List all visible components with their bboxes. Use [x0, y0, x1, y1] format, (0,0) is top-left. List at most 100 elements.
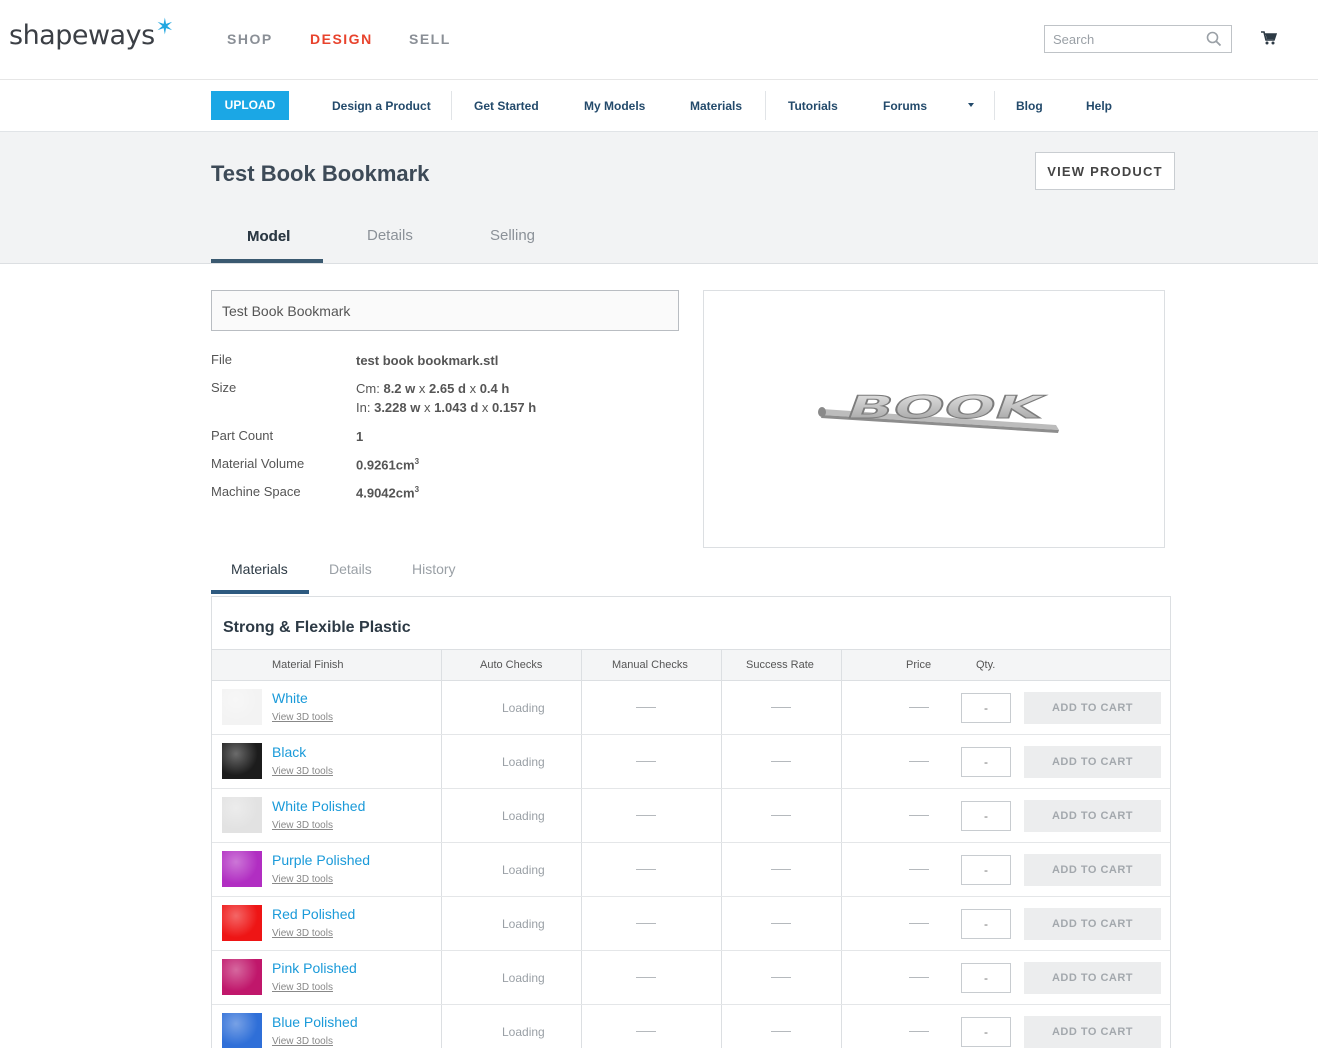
search-input[interactable] — [1045, 26, 1195, 52]
col-qty: Qty. — [976, 659, 996, 671]
search-icon[interactable] — [1206, 31, 1222, 52]
tab-materials[interactable]: Materials — [231, 561, 288, 577]
times: x — [424, 400, 431, 415]
manual-checks-empty — [636, 707, 656, 708]
quantity-input[interactable] — [961, 693, 1011, 723]
add-to-cart-button[interactable]: ADD TO CART — [1024, 962, 1161, 994]
model-name-input[interactable] — [211, 290, 679, 331]
upload-button[interactable]: UPLOAD — [211, 91, 289, 120]
size-in-w: 3.228 — [374, 400, 407, 415]
top-header: shapeways✶ SHOP DESIGN SELL — [0, 0, 1318, 80]
view-3d-tools-link[interactable]: View 3D tools — [272, 766, 333, 777]
add-to-cart-button[interactable]: ADD TO CART — [1024, 692, 1161, 724]
material-swatch — [222, 1013, 262, 1048]
subnav-get-started[interactable]: Get Started — [474, 99, 539, 113]
tab-history[interactable]: History — [412, 561, 456, 577]
subnav-tutorials[interactable]: Tutorials — [788, 99, 838, 113]
subnav-materials[interactable]: Materials — [690, 99, 742, 113]
add-to-cart-button[interactable]: ADD TO CART — [1024, 800, 1161, 832]
col-manual-checks: Manual Checks — [612, 659, 688, 671]
material-group-title: Strong & Flexible Plastic — [223, 619, 411, 636]
view-product-button[interactable]: VIEW PRODUCT — [1035, 152, 1175, 190]
file-value: test book bookmark.stl — [356, 353, 499, 368]
tab-details[interactable]: Details — [367, 227, 413, 244]
material-swatch — [222, 743, 262, 779]
size-cm-h: 0.4 — [479, 381, 498, 396]
material-volume-value: 0.9261cm3 — [356, 457, 419, 472]
size-label: Size — [211, 380, 237, 395]
unit-h: h — [501, 381, 510, 396]
view-3d-tools-link[interactable]: View 3D tools — [272, 928, 333, 939]
tab-selling[interactable]: Selling — [490, 227, 535, 244]
size-cm-d: 2.65 — [429, 381, 455, 396]
auto-checks-status: Loading — [502, 971, 545, 985]
material-finish-link[interactable]: Red Polished — [272, 906, 355, 922]
success-rate-empty — [771, 923, 791, 924]
material-finish-link[interactable]: Purple Polished — [272, 852, 370, 868]
cubed-superscript: 3 — [414, 485, 420, 494]
add-to-cart-button[interactable]: ADD TO CART — [1024, 854, 1161, 886]
quantity-input[interactable] — [961, 1017, 1011, 1047]
model-render: BOOK — [818, 389, 1059, 433]
add-to-cart-button[interactable]: ADD TO CART — [1024, 746, 1161, 778]
subnav-divider — [994, 91, 995, 120]
subnav-my-models[interactable]: My Models — [584, 99, 645, 113]
price-empty — [909, 869, 929, 870]
material-finish-link[interactable]: White Polished — [272, 798, 365, 814]
price-empty — [909, 707, 929, 708]
size-cm-prefix: Cm: — [356, 381, 380, 396]
table-row: Purple Polished View 3D tools Loading ADD T… — [212, 843, 1170, 897]
material-swatch — [222, 689, 262, 725]
subnav-forums[interactable]: Forums — [883, 99, 927, 113]
size-in-h: 0.157 — [492, 400, 525, 415]
chevron-down-icon[interactable] — [968, 103, 974, 107]
tab-model[interactable]: Model — [247, 228, 290, 245]
price-empty — [909, 761, 929, 762]
model-preview[interactable]: BOOK — [703, 290, 1165, 548]
add-to-cart-button[interactable]: ADD TO CART — [1024, 908, 1161, 940]
subnav-design-a-product[interactable]: Design a Product — [332, 99, 431, 113]
material-volume-number: 0.9261cm — [356, 457, 415, 473]
view-3d-tools-link[interactable]: View 3D tools — [272, 874, 333, 885]
material-swatch — [222, 905, 262, 941]
price-empty — [909, 1031, 929, 1032]
material-finish-link[interactable]: Pink Polished — [272, 960, 357, 976]
secondary-nav: UPLOAD Design a Product Get Started My M… — [0, 80, 1318, 132]
nav-design[interactable]: DESIGN — [310, 31, 373, 47]
table-row: White Polished View 3D tools Loading ADD TO… — [212, 789, 1170, 843]
active-tab-indicator — [211, 259, 323, 263]
view-3d-tools-link[interactable]: View 3D tools — [272, 820, 333, 831]
add-to-cart-button[interactable]: ADD TO CART — [1024, 1016, 1161, 1048]
auto-checks-status: Loading — [502, 917, 545, 931]
subnav-blog[interactable]: Blog — [1016, 99, 1043, 113]
cart-icon[interactable] — [1261, 31, 1278, 50]
material-finish-link[interactable]: White — [272, 690, 308, 706]
quantity-input[interactable] — [961, 747, 1011, 777]
shapeways-logo[interactable]: shapeways✶ — [9, 15, 174, 51]
nav-sell[interactable]: SELL — [409, 31, 451, 47]
logo-text: shapeways — [9, 20, 155, 51]
quantity-input[interactable] — [961, 801, 1011, 831]
quantity-input[interactable] — [961, 963, 1011, 993]
nav-shop[interactable]: SHOP — [227, 31, 273, 47]
material-finish-link[interactable]: Black — [272, 744, 306, 760]
machine-space-number: 4.9042cm — [356, 485, 415, 501]
material-volume-label: Material Volume — [211, 456, 305, 471]
auto-checks-status: Loading — [502, 701, 545, 715]
col-success-rate: Success Rate — [746, 659, 814, 671]
view-3d-tools-link[interactable]: View 3D tools — [272, 982, 333, 993]
search-box — [1044, 25, 1232, 53]
manual-checks-empty — [636, 869, 656, 870]
material-swatch — [222, 959, 262, 995]
quantity-input[interactable] — [961, 855, 1011, 885]
file-label: File — [211, 352, 232, 367]
view-3d-tools-link[interactable]: View 3D tools — [272, 712, 333, 723]
view-3d-tools-link[interactable]: View 3D tools — [272, 1036, 333, 1047]
subnav-divider — [765, 91, 766, 120]
tab-details-lower[interactable]: Details — [329, 561, 372, 577]
unit-h: h — [528, 400, 537, 415]
quantity-input[interactable] — [961, 909, 1011, 939]
materials-table-header: Material Finish Auto Checks Manual Check… — [212, 649, 1170, 681]
subnav-help[interactable]: Help — [1086, 99, 1112, 113]
material-finish-link[interactable]: Blue Polished — [272, 1014, 358, 1030]
